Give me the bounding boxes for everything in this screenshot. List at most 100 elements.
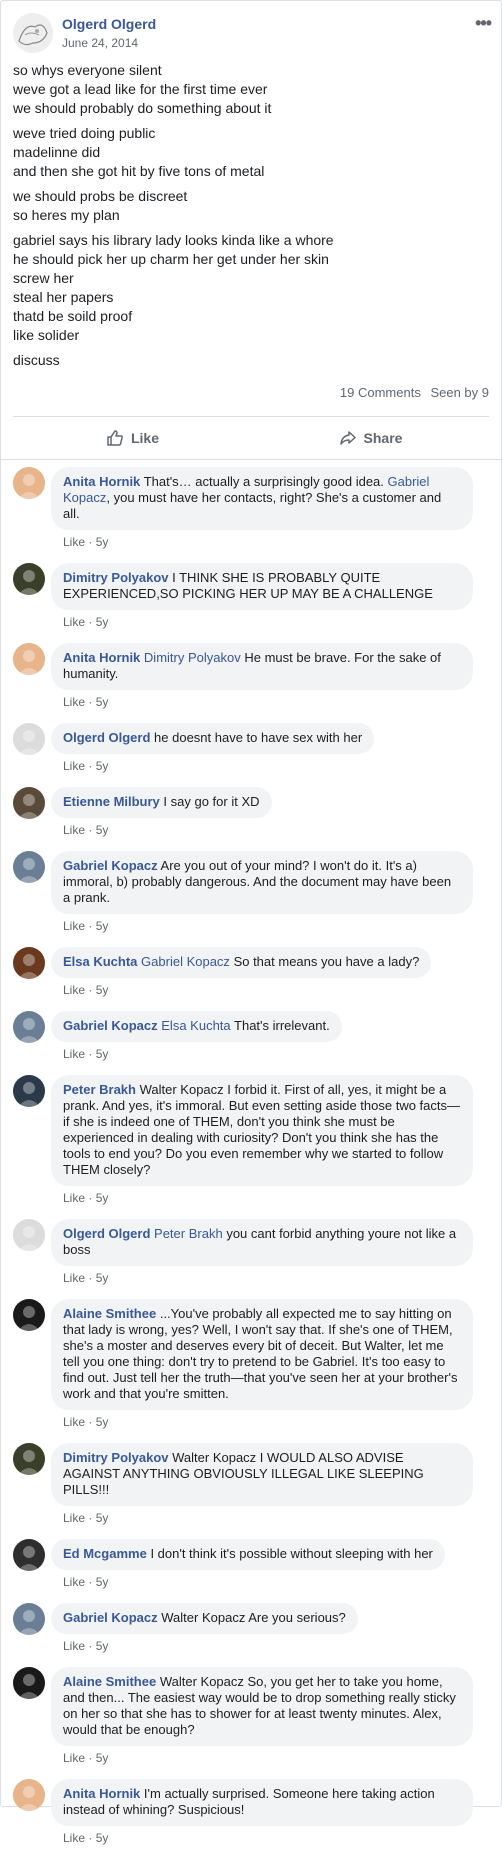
comment-like-link[interactable]: Like bbox=[63, 1831, 85, 1845]
comment-timestamp[interactable]: 5y bbox=[96, 1415, 109, 1429]
author-avatar[interactable] bbox=[13, 13, 53, 53]
commenter-avatar[interactable] bbox=[13, 1667, 45, 1699]
divider bbox=[13, 416, 489, 417]
comment-timestamp[interactable]: 5y bbox=[96, 759, 109, 773]
comment-item: Olgerd Olgerd he doesnt have to have sex… bbox=[13, 723, 493, 773]
person-avatar-icon bbox=[13, 1667, 45, 1699]
comment-like-link[interactable]: Like bbox=[63, 1047, 85, 1061]
comment-like-link[interactable]: Like bbox=[63, 1415, 85, 1429]
comment-timestamp[interactable]: 5y bbox=[96, 1511, 109, 1525]
comment-timestamp[interactable]: 5y bbox=[96, 695, 109, 709]
comment-author-link[interactable]: Dimitry Polyakov bbox=[63, 1450, 169, 1465]
mention-link[interactable]: Gabriel Kopacz bbox=[141, 954, 230, 969]
comment-like-link[interactable]: Like bbox=[63, 695, 85, 709]
comment-like-link[interactable]: Like bbox=[63, 823, 85, 837]
comment-author-link[interactable]: Dimitry Polyakov bbox=[63, 570, 169, 585]
comment-meta: Like · 5y bbox=[63, 1831, 493, 1845]
mention-link[interactable]: Peter Brakh bbox=[154, 1226, 223, 1241]
commenter-avatar[interactable] bbox=[13, 1299, 45, 1331]
comment-author-link[interactable]: Alaine Smithee bbox=[63, 1674, 156, 1689]
post-text-line: we should probs be discreet bbox=[13, 188, 188, 204]
seen-by-link[interactable]: Seen by 9 bbox=[430, 385, 489, 400]
comment-like-link[interactable]: Like bbox=[63, 1639, 85, 1653]
post-actions: Like Share bbox=[13, 421, 489, 455]
comment-timestamp[interactable]: 5y bbox=[96, 535, 109, 549]
comment-like-link[interactable]: Like bbox=[63, 759, 85, 773]
comment-item: Dimitry Polyakov Walter Kopacz I WOULD A… bbox=[13, 1443, 493, 1525]
comment-timestamp[interactable]: 5y bbox=[96, 919, 109, 933]
share-button[interactable]: Share bbox=[251, 421, 489, 455]
commenter-avatar[interactable] bbox=[13, 787, 45, 819]
comment-author-link[interactable]: Olgerd Olgerd bbox=[63, 730, 150, 745]
comment-author-link[interactable]: Ed Mcgamme bbox=[63, 1546, 147, 1561]
commenter-avatar[interactable] bbox=[13, 1219, 45, 1251]
comment-like-link[interactable]: Like bbox=[63, 1191, 85, 1205]
person-avatar-icon bbox=[13, 1539, 45, 1571]
comment-timestamp[interactable]: 5y bbox=[96, 1751, 109, 1765]
comment-timestamp[interactable]: 5y bbox=[96, 983, 109, 997]
comment-timestamp[interactable]: 5y bbox=[96, 1047, 109, 1061]
commenter-avatar[interactable] bbox=[13, 1603, 45, 1635]
comment-like-link[interactable]: Like bbox=[63, 1271, 85, 1285]
comment-timestamp[interactable]: 5y bbox=[96, 1191, 109, 1205]
divider bbox=[1, 459, 501, 460]
person-avatar-icon bbox=[13, 1779, 45, 1811]
comment-timestamp[interactable]: 5y bbox=[96, 615, 109, 629]
comment-like-link[interactable]: Like bbox=[63, 615, 85, 629]
commenter-avatar[interactable] bbox=[13, 643, 45, 675]
comment-author-link[interactable]: Elsa Kuchta bbox=[63, 954, 137, 969]
person-avatar-icon bbox=[13, 1443, 45, 1475]
commenter-avatar[interactable] bbox=[13, 467, 45, 499]
comment-author-link[interactable]: Anita Hornik bbox=[63, 474, 140, 489]
mention-link[interactable]: Dimitry Polyakov bbox=[144, 650, 241, 665]
comment-like-link[interactable]: Like bbox=[63, 535, 85, 549]
post-date[interactable]: June 24, 2014 bbox=[62, 36, 138, 50]
meta-separator: · bbox=[85, 1831, 96, 1845]
comment-like-link[interactable]: Like bbox=[63, 919, 85, 933]
comment-like-link[interactable]: Like bbox=[63, 1751, 85, 1765]
post-author-name[interactable]: Olgerd Olgerd bbox=[62, 16, 156, 32]
comment-like-link[interactable]: Like bbox=[63, 1511, 85, 1525]
post-text-line: weve tried doing public bbox=[13, 125, 156, 141]
commenter-avatar[interactable] bbox=[13, 851, 45, 883]
post-text-line: madelinne did bbox=[13, 144, 101, 160]
comment-like-link[interactable]: Like bbox=[63, 1575, 85, 1589]
comment-author-link[interactable]: Gabriel Kopacz bbox=[63, 858, 158, 873]
like-button[interactable]: Like bbox=[13, 421, 251, 455]
commenter-avatar[interactable] bbox=[13, 1539, 45, 1571]
comment-timestamp[interactable]: 5y bbox=[96, 1271, 109, 1285]
post-text-line: so whys everyone silent bbox=[13, 62, 162, 78]
comment-author-link[interactable]: Peter Brakh bbox=[63, 1082, 136, 1097]
mention-link[interactable]: Elsa Kuchta bbox=[161, 1018, 230, 1033]
comment-meta: Like · 5y bbox=[63, 1639, 493, 1653]
share-button-label: Share bbox=[363, 430, 403, 446]
comment-item: Anita Hornik I'm actually surprised. Som… bbox=[13, 1779, 493, 1845]
comment-author-link[interactable]: Anita Hornik bbox=[63, 650, 140, 665]
commenter-avatar[interactable] bbox=[13, 723, 45, 755]
comment-author-link[interactable]: Etienne Milbury bbox=[63, 794, 160, 809]
comment-timestamp[interactable]: 5y bbox=[96, 1831, 109, 1845]
meta-separator: · bbox=[85, 1047, 96, 1061]
comment-timestamp[interactable]: 5y bbox=[96, 1639, 109, 1653]
comment-author-link[interactable]: Gabriel Kopacz bbox=[63, 1018, 158, 1033]
comment-timestamp[interactable]: 5y bbox=[96, 1575, 109, 1589]
commenter-avatar[interactable] bbox=[13, 1779, 45, 1811]
comment-timestamp[interactable]: 5y bbox=[96, 823, 109, 837]
comment-text: I say go for it XD bbox=[163, 794, 260, 809]
comment-author-link[interactable]: Gabriel Kopacz bbox=[63, 1610, 158, 1625]
comment-author-link[interactable]: Olgerd Olgerd bbox=[63, 1226, 150, 1241]
comment-author-link[interactable]: Anita Hornik bbox=[63, 1786, 140, 1801]
commenter-avatar[interactable] bbox=[13, 947, 45, 979]
comment-author-link[interactable]: Alaine Smithee bbox=[63, 1306, 156, 1321]
commenter-avatar[interactable] bbox=[13, 1075, 45, 1107]
comment-like-link[interactable]: Like bbox=[63, 983, 85, 997]
commenter-avatar[interactable] bbox=[13, 1011, 45, 1043]
post-paragraph: discuss bbox=[13, 351, 491, 370]
commenter-avatar[interactable] bbox=[13, 1443, 45, 1475]
more-options-button[interactable]: ••• bbox=[475, 13, 492, 34]
commenter-avatar[interactable] bbox=[13, 563, 45, 595]
person-avatar-icon bbox=[13, 1011, 45, 1043]
post-text-line: and then she got hit by five tons of met… bbox=[13, 163, 265, 179]
comments-count-link[interactable]: 19 Comments bbox=[340, 385, 421, 400]
post-card: Olgerd Olgerd June 24, 2014 ••• so whys … bbox=[0, 0, 502, 1845]
